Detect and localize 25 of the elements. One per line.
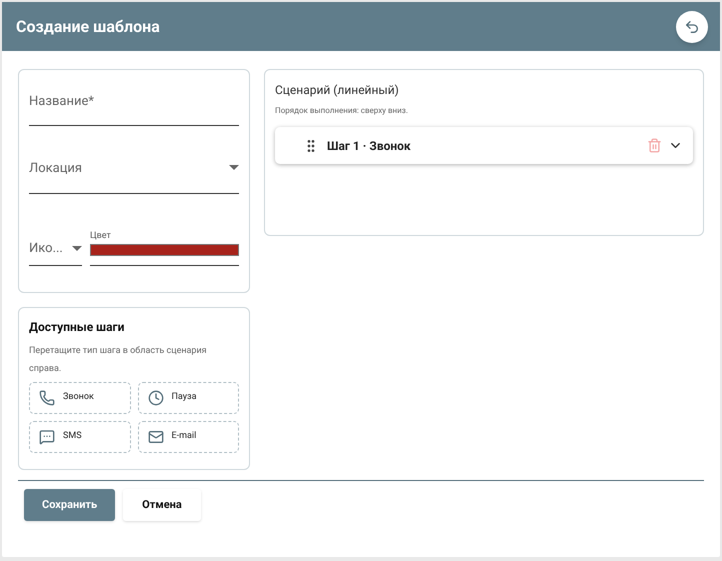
steps-hint: Перетащите тип шага в область сценария справа. — [29, 345, 208, 376]
step-type-tile[interactable]: Звонок — [29, 382, 130, 414]
dropdown-arrow-icon — [229, 165, 239, 170]
mail-icon — [148, 429, 164, 445]
phone-icon — [39, 390, 55, 406]
steps-title: Доступные шаги — [29, 319, 126, 336]
window-title: Создание шаблона — [16, 16, 160, 38]
step-type-tile[interactable]: E-mail — [138, 421, 239, 453]
cancel-button[interactable]: Отмена — [123, 489, 201, 521]
scenario-hint: Порядок выполнения: сверху вниз. — [275, 105, 409, 117]
step-type-tile[interactable]: Пауза — [138, 382, 239, 414]
location-select[interactable]: Локация — [29, 159, 239, 194]
color-label: Цвет — [90, 230, 112, 242]
dropdown-arrow-icon — [72, 246, 82, 251]
back-button[interactable] — [676, 10, 708, 42]
icon-select[interactable]: Ико... — [29, 232, 82, 266]
back-arrow-icon — [684, 18, 700, 34]
color-swatch[interactable] — [90, 244, 239, 256]
save-button[interactable]: Сохранить — [24, 489, 116, 521]
name-field[interactable]: Название* — [29, 92, 239, 126]
chat-icon — [39, 429, 55, 445]
step-type-tile[interactable]: SMS — [29, 421, 130, 453]
clock-icon — [148, 390, 164, 406]
scenario-title: Сценарий (линейный) — [275, 82, 400, 99]
scenario-step[interactable]: Шаг 1 · Звонок — [275, 127, 693, 164]
